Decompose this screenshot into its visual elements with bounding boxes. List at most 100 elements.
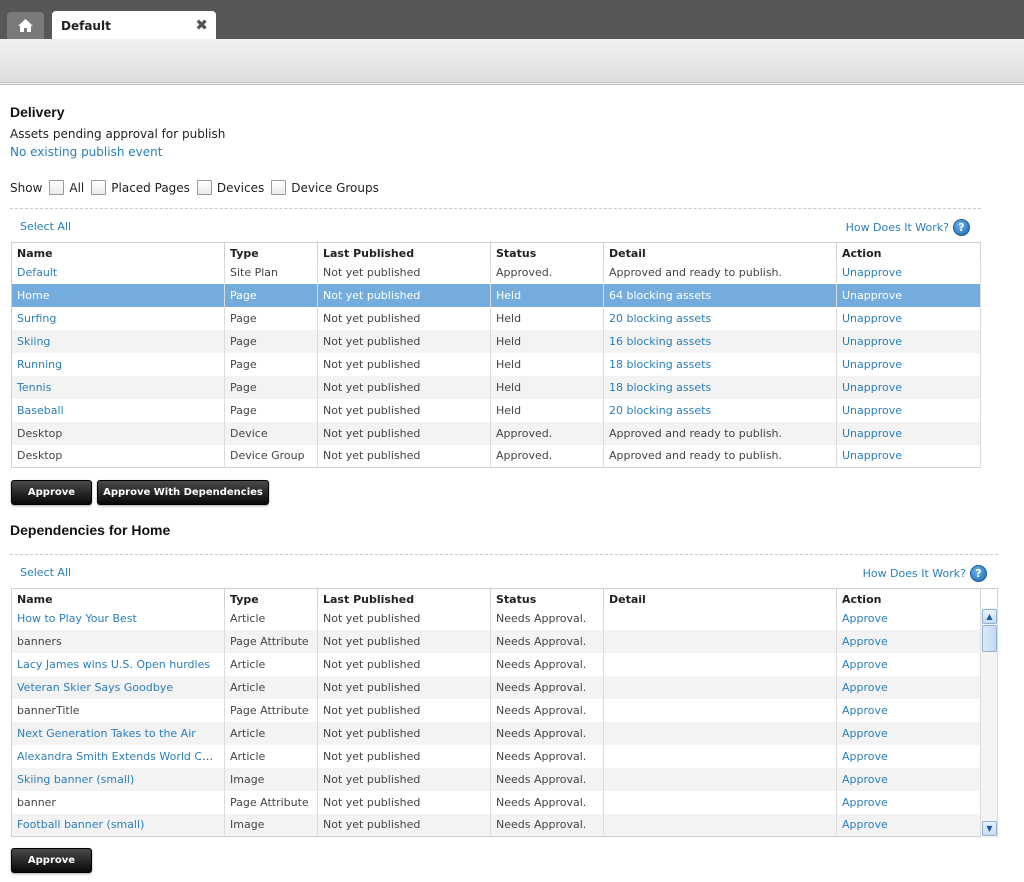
unapprove-link[interactable]: Unapprove: [842, 449, 902, 462]
row-name[interactable]: Veteran Skier Says Goodbye: [17, 681, 173, 694]
approve-link[interactable]: Approve: [842, 681, 888, 694]
checkbox-device-groups[interactable]: [271, 180, 287, 195]
row-last-published: Not yet published: [317, 790, 491, 814]
tab-bar: Default ✖: [0, 0, 1024, 39]
unapprove-link[interactable]: Unapprove: [842, 427, 902, 440]
approve-link[interactable]: Approve: [842, 658, 888, 671]
blocking-assets-link[interactable]: 20 blocking assets: [609, 312, 711, 325]
approve-button[interactable]: Approve: [11, 480, 92, 505]
blocking-assets-link[interactable]: 18 blocking assets: [609, 381, 711, 394]
row-name[interactable]: Next Generation Takes to the Air: [17, 727, 196, 740]
toolbar: [0, 39, 1024, 85]
table-row[interactable]: Skiing banner (small) Image Not yet publ…: [11, 767, 998, 791]
table-row[interactable]: Lacy James wins U.S. Open hurdles Articl…: [11, 652, 998, 676]
row-status: Approved.: [490, 444, 604, 468]
table-row[interactable]: Baseball Page Not yet published Held 20 …: [11, 398, 981, 422]
table-row[interactable]: Surfing Page Not yet published Held 20 b…: [11, 306, 981, 330]
checkbox-label-placed-pages: Placed Pages: [111, 180, 190, 195]
table-row[interactable]: Veteran Skier Says Goodbye Article Not y…: [11, 675, 998, 699]
approve-with-dependencies-button[interactable]: Approve With Dependencies: [97, 480, 269, 505]
table-row[interactable]: Next Generation Takes to the Air Article…: [11, 721, 998, 745]
column-header-type[interactable]: Type: [224, 242, 318, 261]
table-row[interactable]: bannerTitle Page Attribute Not yet publi…: [11, 698, 998, 722]
row-name[interactable]: Running: [17, 358, 62, 371]
unapprove-link[interactable]: Unapprove: [842, 266, 902, 279]
approve-dependencies-button[interactable]: Approve: [11, 848, 92, 873]
table-row[interactable]: Default Site Plan Not yet published Appr…: [11, 260, 981, 284]
select-all-link[interactable]: Select All: [20, 566, 71, 579]
publish-event-link[interactable]: No existing publish event: [10, 145, 162, 159]
row-name[interactable]: Football banner (small): [17, 818, 144, 831]
approve-link[interactable]: Approve: [842, 704, 888, 717]
row-detail[interactable]: 64 blocking assets: [603, 283, 837, 307]
table-row-selected[interactable]: Home Page Not yet published Held 64 bloc…: [11, 283, 981, 307]
scroll-down-icon[interactable]: ▼: [982, 821, 997, 836]
row-name: bannerTitle: [11, 698, 225, 722]
row-name[interactable]: Alexandra Smith Extends World Cup Le...: [17, 750, 224, 763]
column-header-action[interactable]: Action: [836, 588, 981, 607]
unapprove-link[interactable]: Unapprove: [842, 404, 902, 417]
how-does-it-work-link[interactable]: How Does It Work? ?: [863, 565, 987, 582]
table-row[interactable]: Desktop Device Not yet published Approve…: [11, 421, 981, 445]
row-name[interactable]: Home: [11, 283, 225, 307]
column-header-action[interactable]: Action: [836, 242, 981, 261]
column-header-status[interactable]: Status: [490, 588, 604, 607]
row-type: Page Attribute: [224, 698, 318, 722]
column-header-last-published[interactable]: Last Published: [317, 588, 491, 607]
close-icon[interactable]: ✖: [195, 16, 208, 34]
row-last-published: Not yet published: [317, 652, 491, 676]
select-all-link[interactable]: Select All: [20, 220, 71, 233]
table-row[interactable]: banner Page Attribute Not yet published …: [11, 790, 998, 814]
table-row[interactable]: How to Play Your Best Article Not yet pu…: [11, 606, 998, 630]
checkbox-all[interactable]: [49, 180, 65, 195]
unapprove-link[interactable]: Unapprove: [842, 358, 902, 371]
row-type: Device Group: [224, 444, 318, 468]
table-row[interactable]: Skiing Page Not yet published Held 16 bl…: [11, 329, 981, 353]
table-row[interactable]: Tennis Page Not yet published Held 18 bl…: [11, 375, 981, 399]
unapprove-link[interactable]: Unapprove: [842, 335, 902, 348]
table-row[interactable]: Alexandra Smith Extends World Cup Le... …: [11, 744, 998, 768]
row-name[interactable]: Skiing: [17, 335, 50, 348]
scroll-up-icon[interactable]: ▲: [982, 609, 997, 624]
approve-link[interactable]: Approve: [842, 796, 888, 809]
table-row[interactable]: Running Page Not yet published Held 18 b…: [11, 352, 981, 376]
tab-default[interactable]: Default ✖: [52, 11, 216, 39]
approve-link[interactable]: Approve: [842, 773, 888, 786]
checkbox-devices[interactable]: [196, 180, 212, 195]
row-name[interactable]: Lacy James wins U.S. Open hurdles: [17, 658, 210, 671]
row-name[interactable]: Skiing banner (small): [17, 773, 134, 786]
row-last-published: Not yet published: [317, 629, 491, 653]
table-row[interactable]: Desktop Device Group Not yet published A…: [11, 444, 981, 468]
row-name[interactable]: Baseball: [17, 404, 64, 417]
column-header-last-published[interactable]: Last Published: [317, 242, 491, 261]
approve-link[interactable]: Approve: [842, 818, 888, 831]
column-header-type[interactable]: Type: [224, 588, 318, 607]
row-name[interactable]: Surfing: [17, 312, 56, 325]
column-header-detail[interactable]: Detail: [603, 242, 837, 261]
table-row[interactable]: Football banner (small) Image Not yet pu…: [11, 813, 998, 837]
unapprove-link[interactable]: Unapprove: [842, 381, 902, 394]
vertical-scrollbar[interactable]: ▲ ▼: [980, 608, 997, 838]
blocking-assets-link[interactable]: 18 blocking assets: [609, 358, 711, 371]
unapprove-link[interactable]: Unapprove: [842, 289, 902, 302]
approve-link[interactable]: Approve: [842, 635, 888, 648]
row-name[interactable]: Tennis: [17, 381, 51, 394]
table-header: Name Type Last Published Status Detail A…: [11, 242, 981, 261]
scroll-thumb[interactable]: [982, 625, 997, 652]
row-name[interactable]: How to Play Your Best: [17, 612, 137, 625]
approve-link[interactable]: Approve: [842, 750, 888, 763]
approve-link[interactable]: Approve: [842, 612, 888, 625]
row-name[interactable]: Default: [17, 266, 57, 279]
blocking-assets-link[interactable]: 16 blocking assets: [609, 335, 711, 348]
home-tab[interactable]: [7, 12, 44, 39]
approve-link[interactable]: Approve: [842, 727, 888, 740]
unapprove-link[interactable]: Unapprove: [842, 312, 902, 325]
checkbox-placed-pages[interactable]: [91, 180, 107, 195]
how-does-it-work-link[interactable]: How Does It Work? ?: [846, 219, 970, 236]
column-header-status[interactable]: Status: [490, 242, 604, 261]
column-header-name[interactable]: Name: [11, 588, 225, 607]
column-header-detail[interactable]: Detail: [603, 588, 837, 607]
blocking-assets-link[interactable]: 20 blocking assets: [609, 404, 711, 417]
column-header-name[interactable]: Name: [11, 242, 225, 261]
table-row[interactable]: banners Page Attribute Not yet published…: [11, 629, 998, 653]
